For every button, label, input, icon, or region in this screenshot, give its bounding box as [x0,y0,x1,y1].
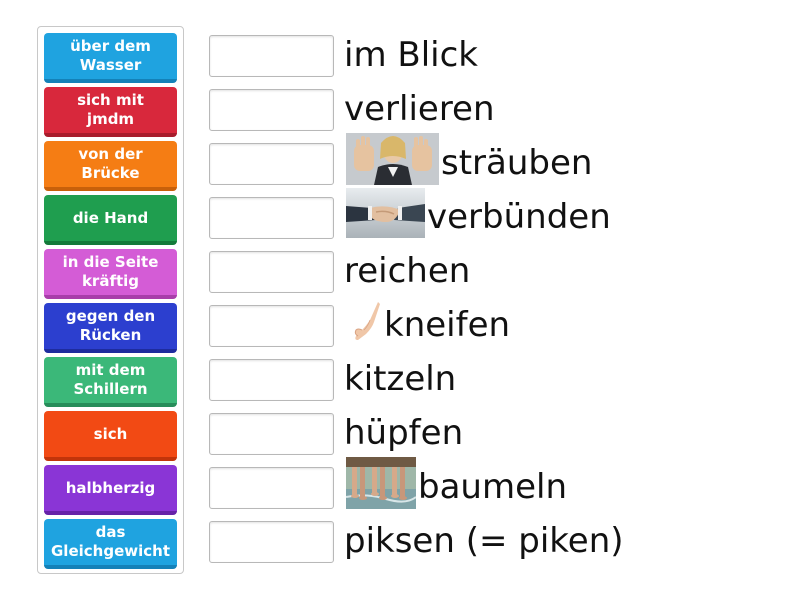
prompt-row: verlieren [344,82,495,136]
dangling-legs-image [345,456,417,518]
drop-slot[interactable] [209,35,334,77]
answer-tile[interactable]: über dem Wasser [44,33,177,83]
prompt-row: verbünden [346,187,611,247]
prompt-row: piksen (= piken) [344,514,624,568]
answer-tile[interactable]: von der Brücke [44,141,177,191]
drop-slot[interactable] [209,197,334,239]
prompt-row: kneifen [352,298,510,352]
answer-tile[interactable]: die Hand [44,195,177,245]
prompt-text: verbünden [427,197,611,237]
stop-hands-woman-image [346,132,439,194]
drop-slot[interactable] [209,143,334,185]
drop-slot[interactable] [209,413,334,455]
prompt-text: reichen [344,251,471,291]
prompt-text: hüpfen [344,413,464,453]
prompt-text: im Blick [344,35,478,75]
tile-label: sich mit jmdm [77,91,144,128]
answer-tile[interactable]: in die Seite kräftig [44,249,177,299]
prompt-row: hüpfen [344,406,463,460]
answer-tile[interactable]: sich mit jmdm [44,87,177,137]
prompt-text: kneifen [384,305,511,345]
prompt-text: kitzeln [344,359,457,399]
tile-label: über dem Wasser [70,37,151,74]
tile-label: gegen den Rücken [65,307,156,344]
drop-slot[interactable] [209,89,334,131]
prompt-row: kitzeln [344,352,456,406]
drop-slot[interactable] [209,521,334,563]
pinching-fingers-image [352,299,382,351]
tile-label: halbherzig [65,478,156,497]
prompt-text: piksen (= piken) [344,521,624,561]
prompt-row: sträuben [346,132,593,190]
answer-tile[interactable]: sich [44,411,177,461]
tile-label: das Gleichgewicht [51,523,170,560]
prompt-text: sträuben [441,143,593,183]
answer-tile[interactable]: gegen den Rücken [44,303,177,353]
tile-label: mit dem Schillern [73,361,148,398]
drop-slot[interactable] [209,359,334,401]
tile-label: die Hand [72,208,149,227]
prompt-row: reichen [344,244,470,298]
answer-tile[interactable]: mit dem Schillern [44,357,177,407]
prompt-text: baumeln [418,467,567,507]
answer-tile[interactable]: halbherzig [44,465,177,515]
answer-tile[interactable]: das Gleichgewicht [44,519,177,569]
prompt-row: baumeln [345,456,567,514]
tile-label: von der Brücke [78,145,143,182]
drop-slot[interactable] [209,467,334,509]
tile-panel: über dem Wasser sich mit jmdm von der Br… [37,26,184,574]
tile-label: in die Seite kräftig [62,253,159,290]
drop-slot[interactable] [209,305,334,347]
handshake-image [346,187,425,247]
prompt-row: im Blick [344,28,478,82]
drop-slot[interactable] [209,251,334,293]
prompt-text: verlieren [344,89,495,129]
tile-label: sich [93,424,128,443]
